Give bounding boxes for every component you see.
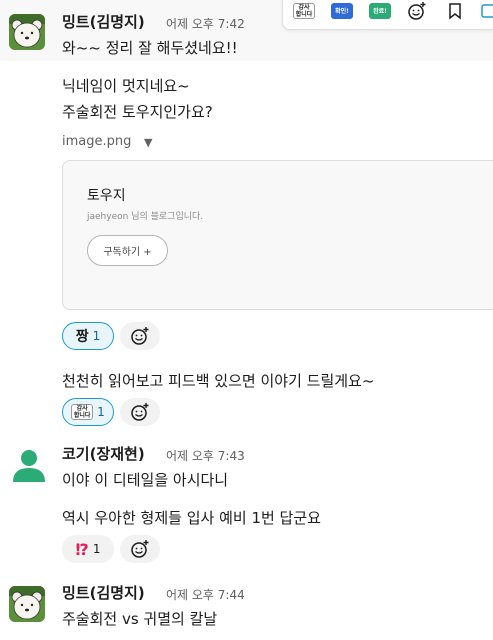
message-text: 와~~ 정리 잘 해두셨네요!!	[62, 39, 238, 57]
reaction-count: 1	[92, 329, 101, 343]
message-author[interactable]: 밍트(김명지)	[62, 582, 145, 603]
message-text: 역시 우아한 형제들 입사 예비 1번 답군요	[62, 509, 321, 527]
user-silhouette-icon	[13, 450, 45, 482]
more-actions-button[interactable]	[477, 0, 493, 23]
avatar[interactable]	[9, 14, 45, 50]
quick-reaction-gamsa-button[interactable]: 감사 합니다	[293, 0, 315, 23]
subscribe-button: 구독하기 +	[87, 235, 168, 266]
reaction-pill[interactable]: 감사 합니다 1	[62, 398, 114, 426]
add-reaction-button[interactable]	[120, 322, 160, 350]
message-timestamp[interactable]: 어제 오후 7:43	[166, 447, 245, 464]
attachment-filename[interactable]: image.png	[62, 134, 131, 149]
attachment-collapse-caret-icon[interactable]: ▼	[144, 136, 152, 149]
quick-reaction-wallyo-button[interactable]: 완료!	[369, 0, 391, 23]
gamsa-emoji-icon: 감사 합니다	[71, 404, 94, 420]
add-reaction-icon	[131, 327, 149, 345]
card-title: 토우지	[87, 188, 126, 204]
avatar[interactable]	[9, 586, 45, 622]
wallyo-emoji-icon: 완료!	[369, 3, 391, 19]
message-text: 주술회전 토우지인가요?	[62, 103, 213, 121]
message-author[interactable]: 밍트(김명지)	[62, 11, 145, 32]
add-reaction-icon	[131, 403, 149, 421]
message-author[interactable]: 코기(장재현)	[62, 443, 145, 464]
message-text: 이야 이 디테일을 아시다니	[62, 471, 229, 489]
attachment-image-preview[interactable]: 토우지 jaehyeon 님의 블로그입니다. 구독하기 +	[62, 160, 493, 310]
message-actions-toolbar: 감사 합니다 확인! 완료!	[282, 0, 493, 30]
add-reaction-button[interactable]	[405, 0, 429, 23]
add-reaction-icon	[131, 540, 149, 558]
bookmark-icon	[449, 3, 461, 20]
card-subtitle: jaehyeon 님의 블로그입니다.	[87, 212, 204, 222]
add-reaction-icon	[408, 2, 426, 20]
add-reaction-button[interactable]	[120, 398, 160, 426]
reaction-count: 1	[92, 542, 101, 556]
reaction-pill[interactable]: ⁉ 1	[62, 535, 114, 563]
message-timestamp[interactable]: 어제 오후 7:44	[166, 586, 245, 603]
quick-reaction-hwagin-button[interactable]: 확인!	[331, 0, 353, 23]
add-reaction-button[interactable]	[120, 535, 160, 563]
reaction-count: 1	[97, 405, 105, 419]
avatar[interactable]	[9, 444, 49, 484]
gamsa-emoji-icon: 감사 합니다	[293, 3, 315, 19]
jjang-emoji-icon: 짱	[75, 329, 89, 345]
exclamation-question-emoji-icon: ⁉	[75, 539, 89, 559]
message-text: 주술회전 vs 귀멸의 칼날	[62, 610, 218, 628]
reaction-pill[interactable]: 짱 1	[62, 322, 114, 350]
hwagin-emoji-icon: 확인!	[331, 3, 353, 19]
message-text: 천천히 읽어보고 피드백 있으면 이야기 드릴게요~	[62, 372, 375, 390]
message-text: 닉네임이 멋지네요~	[62, 77, 190, 95]
bookmark-button[interactable]	[443, 0, 467, 23]
message-timestamp[interactable]: 어제 오후 7:42	[166, 15, 245, 32]
more-actions-icon	[481, 4, 493, 18]
